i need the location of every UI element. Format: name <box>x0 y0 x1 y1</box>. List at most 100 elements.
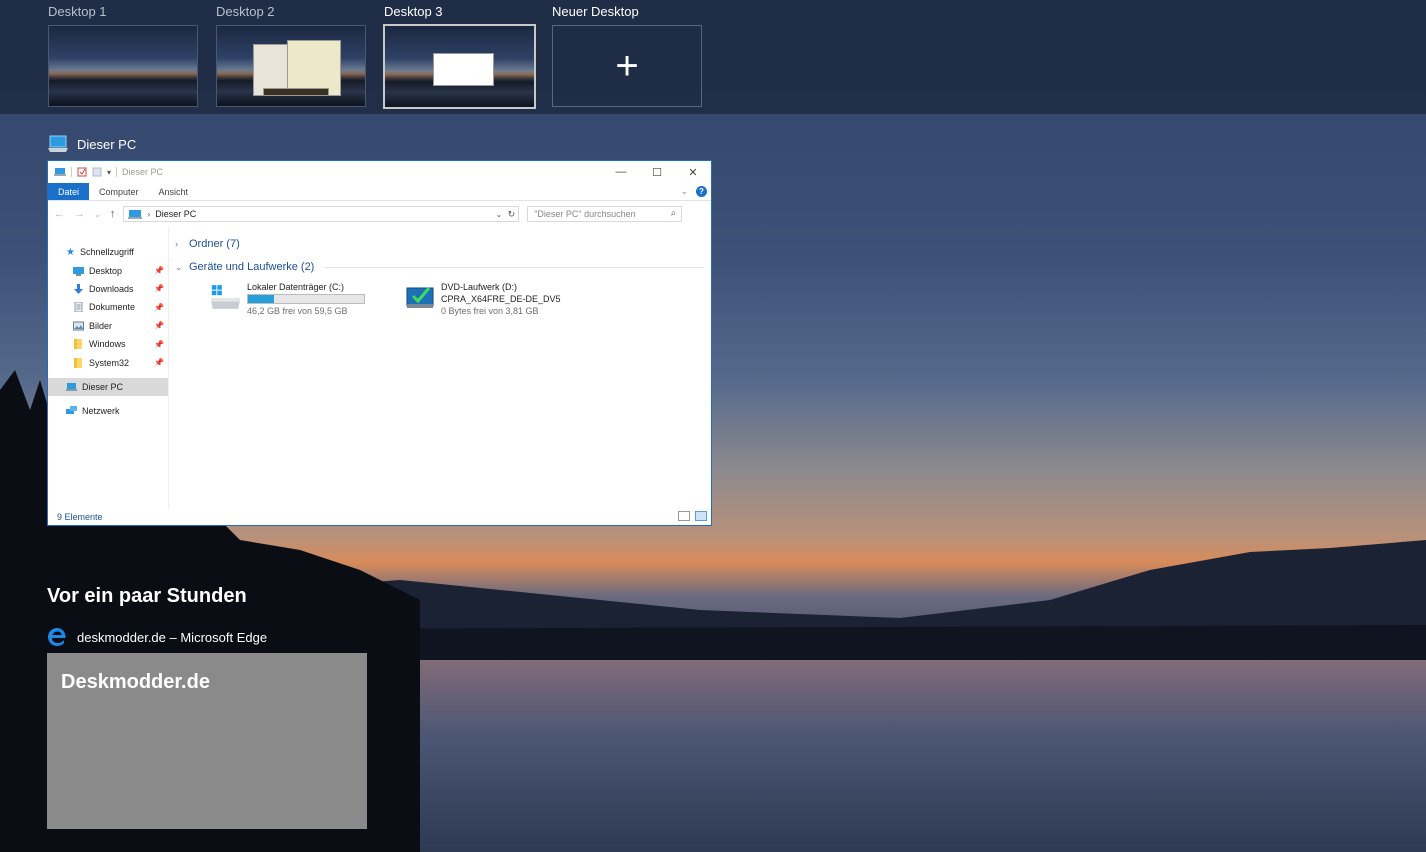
chevron-down-icon[interactable]: ⌄ <box>175 262 183 273</box>
activity-card[interactable]: Deskmodder.de <box>47 653 367 829</box>
large-icons-view-icon[interactable] <box>695 511 707 521</box>
minimize-icon[interactable]: — <box>603 161 639 183</box>
this-pc-icon <box>54 168 66 176</box>
hard-drive-icon <box>210 285 241 309</box>
network-icon <box>66 406 77 415</box>
desktop-2-thumbnail[interactable] <box>216 25 366 107</box>
tab-datei[interactable]: Datei <box>48 183 90 200</box>
nav-item-label: Dokumente <box>89 302 136 313</box>
drive-c-name: Lokaler Datenträger (C:) <box>247 282 345 292</box>
status-bar: 9 Elemente <box>48 509 711 525</box>
nav-item-label: Bilder <box>89 320 113 331</box>
nav-quick-access[interactable]: ★ Schnellzugriff <box>48 243 168 261</box>
nav-item-label: Schnellzugriff <box>79 247 134 258</box>
this-pc-icon <box>48 135 68 152</box>
nav-item-this-pc[interactable]: Dieser PC <box>48 377 168 397</box>
nav-item-label: Downloads <box>89 283 134 294</box>
this-pc-icon <box>66 382 77 391</box>
nav-item-windows[interactable]: Windows 📌 <box>48 335 168 353</box>
drives-list: Lokaler Datenträger (C:) 46,2 GB frei vo… <box>175 276 705 316</box>
activity-card-text: Deskmodder.de <box>61 671 210 693</box>
window-title-text: Dieser PC <box>77 136 137 152</box>
drive-c[interactable]: Lokaler Datenträger (C:) 46,2 GB frei vo… <box>210 282 365 316</box>
forward-icon[interactable]: → <box>74 208 85 220</box>
desktop-1-thumbnail[interactable] <box>48 25 198 107</box>
separator <box>71 167 72 177</box>
window-preview-title[interactable]: Dieser PC <box>47 133 136 155</box>
folder-icon <box>74 339 82 350</box>
up-icon[interactable]: ↑ <box>110 208 116 220</box>
pin-icon[interactable]: 📌 <box>154 284 164 293</box>
close-icon[interactable]: ✕ <box>675 161 711 183</box>
search-input[interactable]: "Dieser PC" durchsuchen ⌕ <box>527 206 683 222</box>
new-folder-icon[interactable] <box>92 167 102 177</box>
pin-icon[interactable]: 📌 <box>154 266 164 275</box>
address-dropdown-icon[interactable]: ⌄ <box>496 210 503 219</box>
quick-access-dropdown-icon[interactable]: ▾ <box>107 168 111 177</box>
tab-ansicht[interactable]: Ansicht <box>149 183 199 200</box>
tab-computer[interactable]: Computer <box>89 183 149 200</box>
ribbon-tabs: Datei Computer Ansicht ⌄ ? <box>48 183 711 201</box>
document-icon <box>74 302 83 313</box>
nav-item-network[interactable]: Netzwerk <box>48 402 168 420</box>
group-devices[interactable]: ⌄ Geräte und Laufwerke (2) <box>175 258 705 276</box>
nav-item-system32[interactable]: System32 📌 <box>48 353 168 371</box>
file-explorer-window[interactable]: ▾ Dieser PC — ☐ ✕ Datei Computer Ansicht… <box>47 160 712 526</box>
this-pc-icon <box>128 210 143 219</box>
search-placeholder: "Dieser PC" durchsuchen <box>534 209 636 219</box>
group-folders[interactable]: › Ordner (7) <box>175 235 705 253</box>
activity-title[interactable]: deskmodder.de – Microsoft Edge <box>47 626 267 648</box>
drive-c-usage-bar <box>247 294 365 304</box>
nav-item-downloads[interactable]: Downloads 📌 <box>48 280 168 298</box>
thumbnail-window <box>263 88 329 96</box>
maximize-icon[interactable]: ☐ <box>639 161 675 183</box>
plus-icon: + <box>615 44 639 88</box>
new-desktop-button[interactable]: + <box>552 25 702 107</box>
address-row: ← → ⌄ ↑ › Dieser PC ⌄ ↻ "Dieser PC" durc… <box>48 201 711 227</box>
folder-icon <box>74 357 82 368</box>
address-bar[interactable]: › Dieser PC ⌄ ↻ <box>123 206 520 222</box>
group-folders-label: Ordner (7) <box>189 238 240 250</box>
pictures-icon <box>73 321 84 331</box>
desktop-3-label: Desktop 3 <box>384 4 443 19</box>
drive-d[interactable]: DVD-Laufwerk (D:) CPRA_X64FRE_DE-DE_DV5 … <box>405 282 605 316</box>
details-view-icon[interactable] <box>678 511 690 521</box>
desktop-3-thumbnail[interactable] <box>383 24 536 109</box>
nav-item-pictures[interactable]: Bilder 📌 <box>48 317 168 335</box>
desktop-1-label: Desktop 1 <box>48 4 107 19</box>
search-icon[interactable]: ⌕ <box>671 208 677 219</box>
refresh-icon[interactable]: ↻ <box>508 209 516 220</box>
nav-item-label: Desktop <box>89 265 123 276</box>
drive-c-usage-fill <box>248 295 274 303</box>
chevron-right-icon[interactable]: › <box>175 239 183 249</box>
nav-item-documents[interactable]: Dokumente 📌 <box>48 298 168 316</box>
timeline-heading: Vor ein paar Stunden <box>47 585 247 607</box>
pin-icon[interactable]: 📌 <box>154 358 164 367</box>
nav-item-label: Windows <box>89 339 126 350</box>
nav-item-label: System32 <box>89 357 130 368</box>
properties-icon[interactable] <box>77 167 87 177</box>
item-count: 9 Elemente <box>57 512 103 522</box>
breadcrumb-chevron-icon[interactable]: › <box>147 209 150 219</box>
pin-icon[interactable]: 📌 <box>154 303 164 312</box>
drive-c-free: 46,2 GB frei von 59,5 GB <box>247 306 348 316</box>
group-divider <box>324 266 705 268</box>
ribbon-expand-icon[interactable]: ⌄ <box>680 186 688 197</box>
nav-item-desktop[interactable]: Desktop 📌 <box>48 261 168 279</box>
back-icon[interactable]: ← <box>54 208 65 220</box>
explorer-titlebar[interactable]: ▾ Dieser PC — ☐ ✕ <box>48 161 711 183</box>
new-desktop-label: Neuer Desktop <box>552 4 639 19</box>
pin-icon[interactable]: 📌 <box>154 340 164 349</box>
thumbnail-landscape <box>49 70 197 106</box>
breadcrumb-location[interactable]: Dieser PC <box>155 209 196 219</box>
group-devices-label: Geräte und Laufwerke (2) <box>189 261 315 273</box>
recent-locations-icon[interactable]: ⌄ <box>94 210 101 219</box>
star-icon: ★ <box>66 246 75 258</box>
drive-d-free: 0 Bytes frei von 3,81 GB <box>441 306 539 316</box>
pin-icon[interactable]: 📌 <box>154 321 164 330</box>
thumbnail-window <box>433 53 494 86</box>
edge-icon <box>48 628 66 646</box>
help-icon[interactable]: ? <box>696 186 707 197</box>
titlebar-text: Dieser PC <box>122 167 164 177</box>
desktop-2-label: Desktop 2 <box>216 4 275 19</box>
